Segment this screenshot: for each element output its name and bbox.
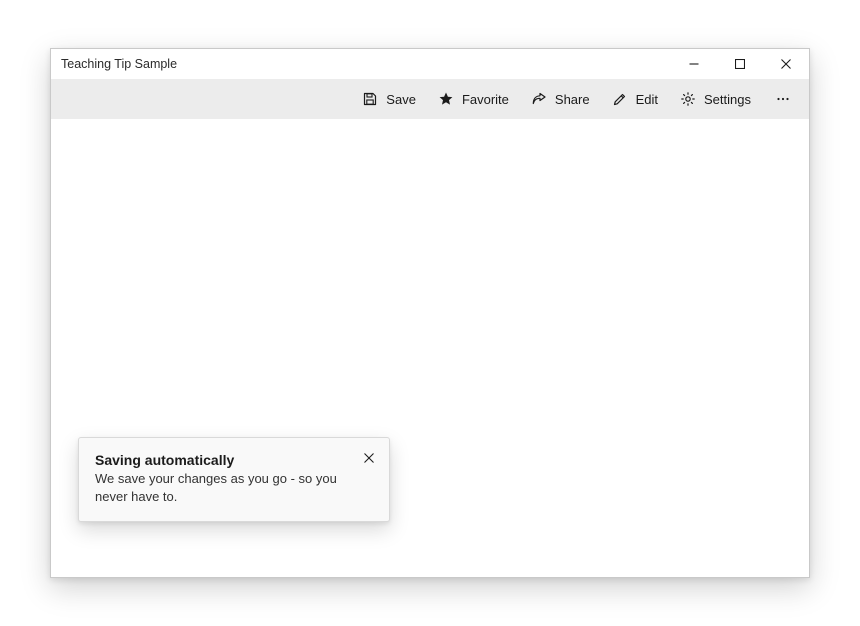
settings-button[interactable]: Settings	[670, 83, 761, 115]
caption-controls	[671, 49, 809, 79]
edit-icon	[612, 91, 628, 107]
edit-label: Edit	[636, 92, 658, 107]
share-button[interactable]: Share	[521, 83, 600, 115]
teaching-tip-subtitle: We save your changes as you go - so you …	[95, 470, 349, 505]
window-title: Teaching Tip Sample	[61, 57, 177, 71]
share-icon	[531, 91, 547, 107]
teaching-tip: Saving automatically We save your change…	[78, 437, 390, 522]
titlebar: Teaching Tip Sample	[51, 49, 809, 79]
close-icon	[781, 59, 791, 69]
favorite-label: Favorite	[462, 92, 509, 107]
close-button[interactable]	[763, 49, 809, 79]
settings-label: Settings	[704, 92, 751, 107]
save-label: Save	[386, 92, 416, 107]
close-icon	[364, 453, 374, 463]
command-bar: Save Favorite Share	[51, 79, 809, 119]
maximize-icon	[735, 59, 745, 69]
maximize-button[interactable]	[717, 49, 763, 79]
edit-button[interactable]: Edit	[602, 83, 668, 115]
teaching-tip-close-button[interactable]	[359, 448, 379, 468]
star-icon	[438, 91, 454, 107]
more-icon	[775, 91, 791, 107]
share-label: Share	[555, 92, 590, 107]
minimize-button[interactable]	[671, 49, 717, 79]
save-icon	[362, 91, 378, 107]
teaching-tip-title: Saving automatically	[95, 452, 349, 468]
gear-icon	[680, 91, 696, 107]
minimize-icon	[689, 59, 699, 69]
favorite-button[interactable]: Favorite	[428, 83, 519, 115]
more-button[interactable]	[763, 83, 803, 115]
save-button[interactable]: Save	[352, 83, 426, 115]
